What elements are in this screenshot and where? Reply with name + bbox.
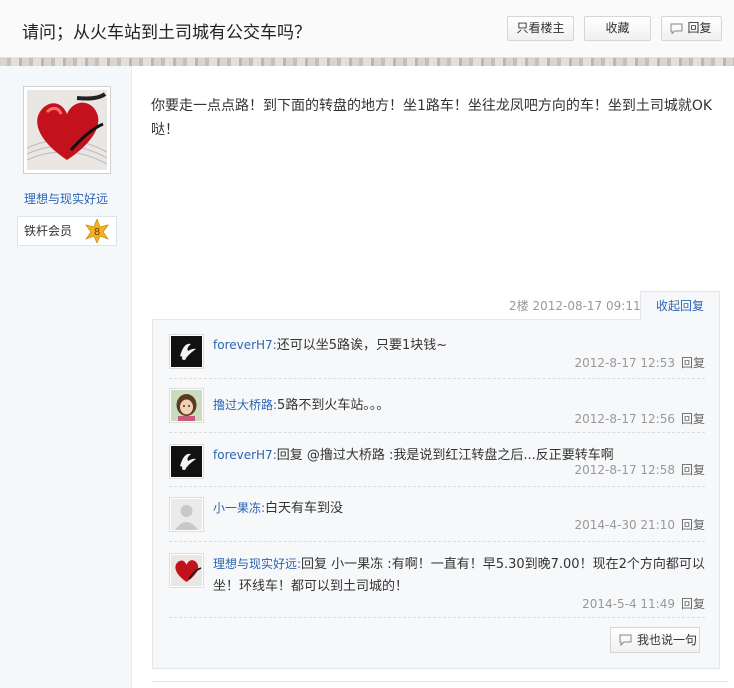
comment-time: 2012-8-17 12:56 [574, 412, 675, 426]
thread-header: 请问；从火车站到土司城有公交车吗？ 只看楼主 收藏 回复 [0, 0, 734, 58]
reply-button[interactable]: 回复 [661, 16, 722, 41]
comment-user[interactable]: 撸过大桥路: [213, 398, 277, 412]
comment-divider [169, 378, 705, 379]
post-content: 你要走一点点路！到下面的转盘的地方！坐1路车！坐往龙凤吧方向的车！坐到土司城就O… [151, 98, 713, 138]
commenter-avatar[interactable] [169, 334, 204, 369]
comment-reply-link[interactable]: 回复 [681, 412, 705, 426]
comment-meta: 2012-8-17 12:53 回复 [574, 354, 705, 371]
comment-icon [619, 634, 632, 646]
comment-meta: 2012-8-17 12:58 回复 [574, 461, 705, 478]
comment-divider [169, 617, 705, 618]
comment-user[interactable]: 小一果冻: [213, 501, 265, 515]
comment-reply-link[interactable]: 回复 [681, 597, 705, 611]
comment-text: 5路不到火车站。。。 [277, 398, 390, 413]
comment-text: 回复 @撸过大桥路 :我是说到红江转盘之后...反正要转车啊 [276, 448, 614, 463]
comment-divider [169, 432, 705, 433]
member-level-label: 铁杆会员 [24, 224, 73, 238]
comment-meta: 2012-8-17 12:56 回复 [574, 410, 705, 427]
comment-time: 2012-8-17 12:53 [574, 356, 675, 370]
comment-text: 还可以坐5路诶，只要1块钱~ [276, 338, 448, 353]
author-name[interactable]: 理想与现实好远 [0, 190, 132, 207]
commenter-avatar[interactable] [169, 553, 204, 588]
author-avatar[interactable] [23, 86, 111, 174]
commenter-avatar[interactable] [169, 444, 204, 479]
level-number: 8 [94, 227, 100, 238]
comment-time: 2014-4-30 21:10 [574, 518, 675, 532]
comment-divider [169, 486, 705, 487]
comment-item: foreverH7:回复 @撸过大桥路 :我是说到红江转盘之后...反正要转车啊… [169, 444, 705, 484]
comment-icon [670, 23, 683, 34]
comment-user[interactable]: foreverH7: [213, 338, 277, 352]
commenter-avatar[interactable] [169, 497, 204, 532]
reply-button-label: 回复 [687, 21, 712, 35]
comment-panel: foreverH7:还可以坐5路诶，只要1块钱~ 2012-8-17 12:53… [152, 319, 720, 669]
thread-title: 请问；从火车站到土司城有公交车吗？ [22, 23, 311, 43]
collapse-replies-button[interactable]: 收起回复 [640, 291, 720, 320]
heart-avatar-image [171, 555, 202, 586]
comment-reply-link[interactable]: 回复 [681, 356, 705, 370]
comment-reply-link[interactable]: 回复 [681, 463, 705, 477]
comment-line: 理想与现实好远:回复 小一果冻 :有啊！一直有！早5.30到晚7.00！现在2个… [213, 553, 705, 598]
member-level-box: 铁杆会员 8 [17, 216, 117, 246]
white-bird-avatar-image [171, 446, 202, 477]
comment-meta: 2014-5-4 11:49 回复 [582, 595, 705, 612]
comment-item: 小一果冻:白天有车到没 2014-4-30 21:10 回复 [169, 497, 705, 537]
comment-time: 2014-5-4 11:49 [582, 597, 675, 611]
comment-time: 2012-8-17 12:58 [574, 463, 675, 477]
comment-item: 理想与现实好远:回复 小一果冻 :有啊！一直有！早5.30到晚7.00！现在2个… [169, 553, 705, 612]
favorite-button[interactable]: 收藏 [584, 16, 651, 41]
decorative-divider [0, 58, 734, 66]
comment-user[interactable]: 理想与现实好远: [213, 557, 301, 571]
author-sidebar: 理想与现实好远 铁杆会员 8 [0, 66, 132, 688]
comment-divider [169, 541, 705, 542]
commenter-avatar[interactable] [169, 388, 204, 423]
only-op-button[interactable]: 只看楼主 [507, 16, 574, 41]
heart-avatar-image [26, 90, 108, 170]
comment-user[interactable]: foreverH7: [213, 448, 277, 462]
add-comment-button[interactable]: 我也说一句 [610, 627, 700, 653]
floor-info: 2楼 2012-08-17 09:11 [509, 299, 641, 313]
comment-reply-link[interactable]: 回复 [681, 518, 705, 532]
post-divider [152, 681, 728, 682]
comment-text: 白天有车到没 [265, 501, 344, 516]
child-photo-avatar-image [171, 390, 202, 421]
add-comment-label: 我也说一句 [637, 633, 698, 647]
white-bird-avatar-image [171, 336, 202, 367]
default-user-icon [171, 499, 202, 530]
comment-item: 撸过大桥路:5路不到火车站。。。 2012-8-17 12:56 回复 [169, 388, 705, 428]
comment-item: foreverH7:还可以坐5路诶，只要1块钱~ 2012-8-17 12:53… [169, 334, 705, 374]
comment-meta: 2014-4-30 21:10 回复 [574, 516, 705, 533]
level-star-icon: 8 [85, 219, 109, 243]
